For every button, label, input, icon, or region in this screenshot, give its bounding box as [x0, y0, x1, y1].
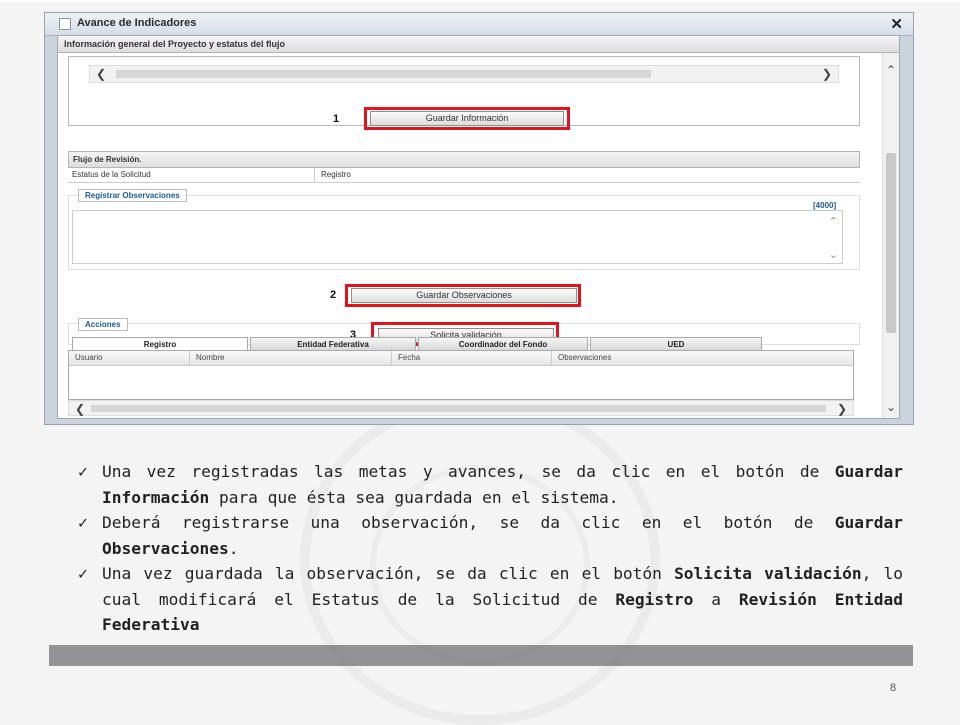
step-number-1: 1 [333, 113, 340, 125]
top-border [0, 0, 960, 2]
tab-registro[interactable]: Registro [72, 337, 248, 350]
chevron-up-icon[interactable]: ⌃ [886, 63, 896, 77]
registro-grid: Usuario Nombre Fecha Observaciones [68, 350, 854, 400]
grid-horizontal-scrollbar[interactable]: ❮ ❯ [68, 400, 854, 416]
window-title: Avance de Indicadores [77, 17, 197, 29]
scroll-thumb[interactable] [91, 405, 826, 412]
col-nombre[interactable]: Nombre [189, 351, 224, 365]
observaciones-textarea[interactable]: ⌃ ⌄ [72, 210, 843, 264]
check-icon: ✓ [78, 513, 88, 532]
chevron-left-icon[interactable]: ❮ [96, 67, 106, 81]
window-icon [59, 18, 71, 30]
scroll-thumb[interactable] [116, 70, 651, 78]
col-fecha[interactable]: Fecha [391, 351, 420, 365]
bullet-item: ✓ Una vez guardada la observación, se da… [78, 561, 903, 638]
chevron-right-icon[interactable]: ❯ [837, 402, 847, 416]
bullet-item: ✓ Una vez registradas las metas y avance… [78, 459, 903, 510]
close-icon[interactable]: ✕ [890, 15, 903, 33]
horizontal-scrollbar[interactable]: ❮ ❯ [89, 65, 839, 83]
screenshot-window: Avance de Indicadores ✕ Información gene… [44, 12, 914, 425]
chevron-down-icon[interactable]: ⌄ [886, 400, 896, 414]
chevron-up-icon[interactable]: ⌃ [829, 215, 838, 228]
tab-coordinador-del-fondo[interactable]: Coordinador del Fondo [418, 337, 588, 350]
acciones-legend: Acciones [78, 318, 128, 331]
chevron-right-icon[interactable]: ❯ [822, 67, 832, 81]
footer-bar [49, 645, 913, 666]
highlight-box-1 [364, 107, 570, 130]
observaciones-legend: Registrar Observaciones [78, 189, 187, 202]
check-icon: ✓ [78, 564, 88, 583]
highlight-box-2 [345, 284, 581, 307]
estatus-row: Estatus de la Solicitud Registro [68, 168, 860, 183]
step-number-2: 2 [330, 289, 337, 301]
instruction-list: ✓ Una vez registradas las metas y avance… [78, 459, 903, 638]
col-observaciones[interactable]: Observaciones [551, 351, 611, 365]
tab-entidad-federativa[interactable]: Entidad Federativa [250, 337, 416, 350]
window-titlebar: Avance de Indicadores ✕ [45, 13, 913, 36]
char-counter: [4000] [813, 201, 837, 210]
chevron-down-icon[interactable]: ⌄ [829, 248, 838, 261]
check-icon: ✓ [78, 462, 88, 481]
bullet-item: ✓ Deberá registrarse una observación, se… [78, 510, 903, 561]
flujo-header: Flujo de Revisión. [68, 151, 860, 168]
scroll-thumb[interactable] [886, 153, 896, 333]
window-body: Información general del Proyecto y estat… [57, 35, 900, 419]
estatus-label: Estatus de la Solicitud [72, 170, 151, 179]
tab-ued[interactable]: UED [590, 337, 762, 350]
estatus-value: Registro [314, 168, 351, 182]
section-header: Información general del Proyecto y estat… [58, 36, 899, 53]
col-usuario[interactable]: Usuario [69, 351, 103, 365]
chevron-left-icon[interactable]: ❮ [75, 402, 85, 416]
page-number: 8 [890, 682, 897, 694]
grid-header: Usuario Nombre Fecha Observaciones [69, 351, 853, 366]
vertical-scrollbar[interactable]: ⌃ ⌄ [882, 53, 899, 418]
